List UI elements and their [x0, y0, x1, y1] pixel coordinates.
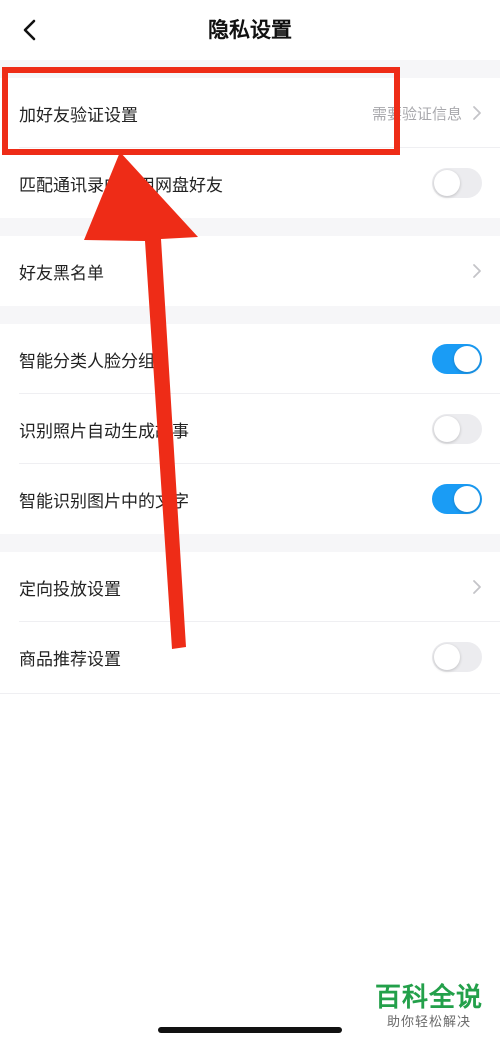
row-label: 智能识别图片中的文字 [19, 491, 189, 512]
row-label: 商品推荐设置 [19, 649, 121, 670]
watermark-title: 百科全说 [374, 983, 483, 1013]
row-label: 定向投放设置 [19, 579, 121, 600]
nav-bar: 隐私设置 [0, 0, 500, 60]
row-label: 匹配通讯录中使用网盘好友 [19, 175, 223, 196]
section-gap [0, 218, 500, 236]
chevron-right-icon [473, 580, 481, 594]
page-title: 隐私设置 [208, 18, 292, 42]
row-label: 好友黑名单 [19, 263, 104, 284]
text-recognition-toggle[interactable] [432, 484, 482, 514]
row-blacklist[interactable]: 好友黑名单 [0, 236, 500, 306]
row-targeted-ads[interactable]: 定向投放设置 [0, 552, 500, 622]
row-match-contacts: 匹配通讯录中使用网盘好友 [0, 148, 500, 218]
toggle-knob [454, 486, 480, 512]
row-face-grouping: 智能分类人脸分组 [0, 324, 500, 394]
match-contacts-toggle[interactable] [432, 168, 482, 198]
watermark-subtitle: 助你轻松解决 [386, 1015, 471, 1030]
toggle-knob [434, 416, 460, 442]
product-recommend-toggle[interactable] [432, 642, 482, 672]
chevron-right-icon [473, 264, 481, 278]
home-indicator[interactable] [158, 1027, 342, 1033]
annotation-highlight-box [2, 67, 400, 155]
divider [0, 693, 500, 694]
face-grouping-toggle[interactable] [432, 344, 482, 374]
watermark-logo: 百科全说 助你轻松解决 [370, 982, 488, 1032]
row-auto-story: 识别照片自动生成故事 [0, 394, 500, 464]
row-label: 识别照片自动生成故事 [19, 421, 189, 442]
row-product-recommend: 商品推荐设置 [0, 622, 500, 692]
toggle-knob [434, 170, 460, 196]
row-text-recognition: 智能识别图片中的文字 [0, 464, 500, 534]
toggle-knob [454, 346, 480, 372]
section-gap [0, 534, 500, 552]
auto-story-toggle[interactable] [432, 414, 482, 444]
chevron-right-icon [473, 106, 481, 120]
section-gap [0, 306, 500, 324]
toggle-knob [434, 644, 460, 670]
row-label: 智能分类人脸分组 [19, 351, 155, 372]
